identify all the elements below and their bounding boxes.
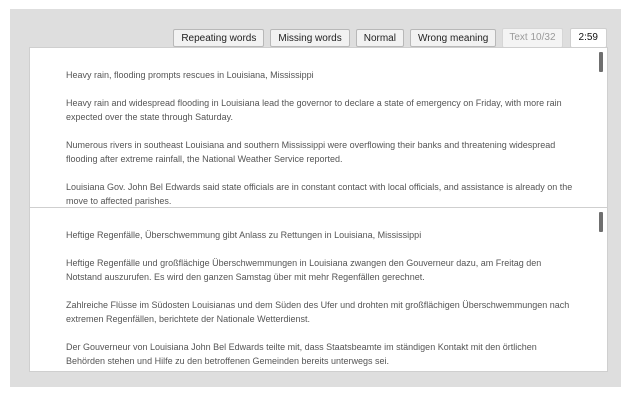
source-paragraph: Numerous rivers in southeast Louisiana a… xyxy=(66,140,556,164)
wrong-meaning-button[interactable]: Wrong meaning xyxy=(409,29,497,47)
repeating-words-button[interactable]: Repeating words xyxy=(173,29,265,47)
source-text-panel[interactable]: Heavy rain, flooding prompts rescues in … xyxy=(29,47,608,209)
translation-paragraph: Der Gouverneur von Louisiana John Bel Ed… xyxy=(66,342,537,366)
text-counter: Text 10/32 xyxy=(502,28,563,48)
source-paragraph: Louisiana Gov. John Bel Edwards said sta… xyxy=(66,182,573,206)
missing-words-button[interactable]: Missing words xyxy=(270,29,350,47)
source-headline: Heavy rain, flooding prompts rescues in … xyxy=(66,70,314,80)
translation-scrollbar-thumb[interactable] xyxy=(599,212,603,232)
rating-toolbar: Repeating words Missing words Normal Wro… xyxy=(173,28,607,48)
source-paragraph: Heavy rain and widespread flooding in Lo… xyxy=(66,98,562,122)
translation-paragraph: Zahlreiche Flüsse im Südosten Louisianas… xyxy=(66,300,570,324)
translation-headline: Heftige Regenfälle, Überschwemmung gibt … xyxy=(66,230,422,240)
translation-text-panel[interactable]: Heftige Regenfälle, Überschwemmung gibt … xyxy=(29,207,608,372)
normal-button[interactable]: Normal xyxy=(355,29,404,47)
translation-paragraph: Heftige Regenfälle und großflächige Über… xyxy=(66,258,542,282)
countdown-timer: 2:59 xyxy=(569,28,607,48)
source-scrollbar-thumb[interactable] xyxy=(599,52,603,72)
source-text-content: Heavy rain, flooding prompts rescues in … xyxy=(66,68,575,208)
translation-text-content: Heftige Regenfälle, Überschwemmung gibt … xyxy=(66,228,575,371)
